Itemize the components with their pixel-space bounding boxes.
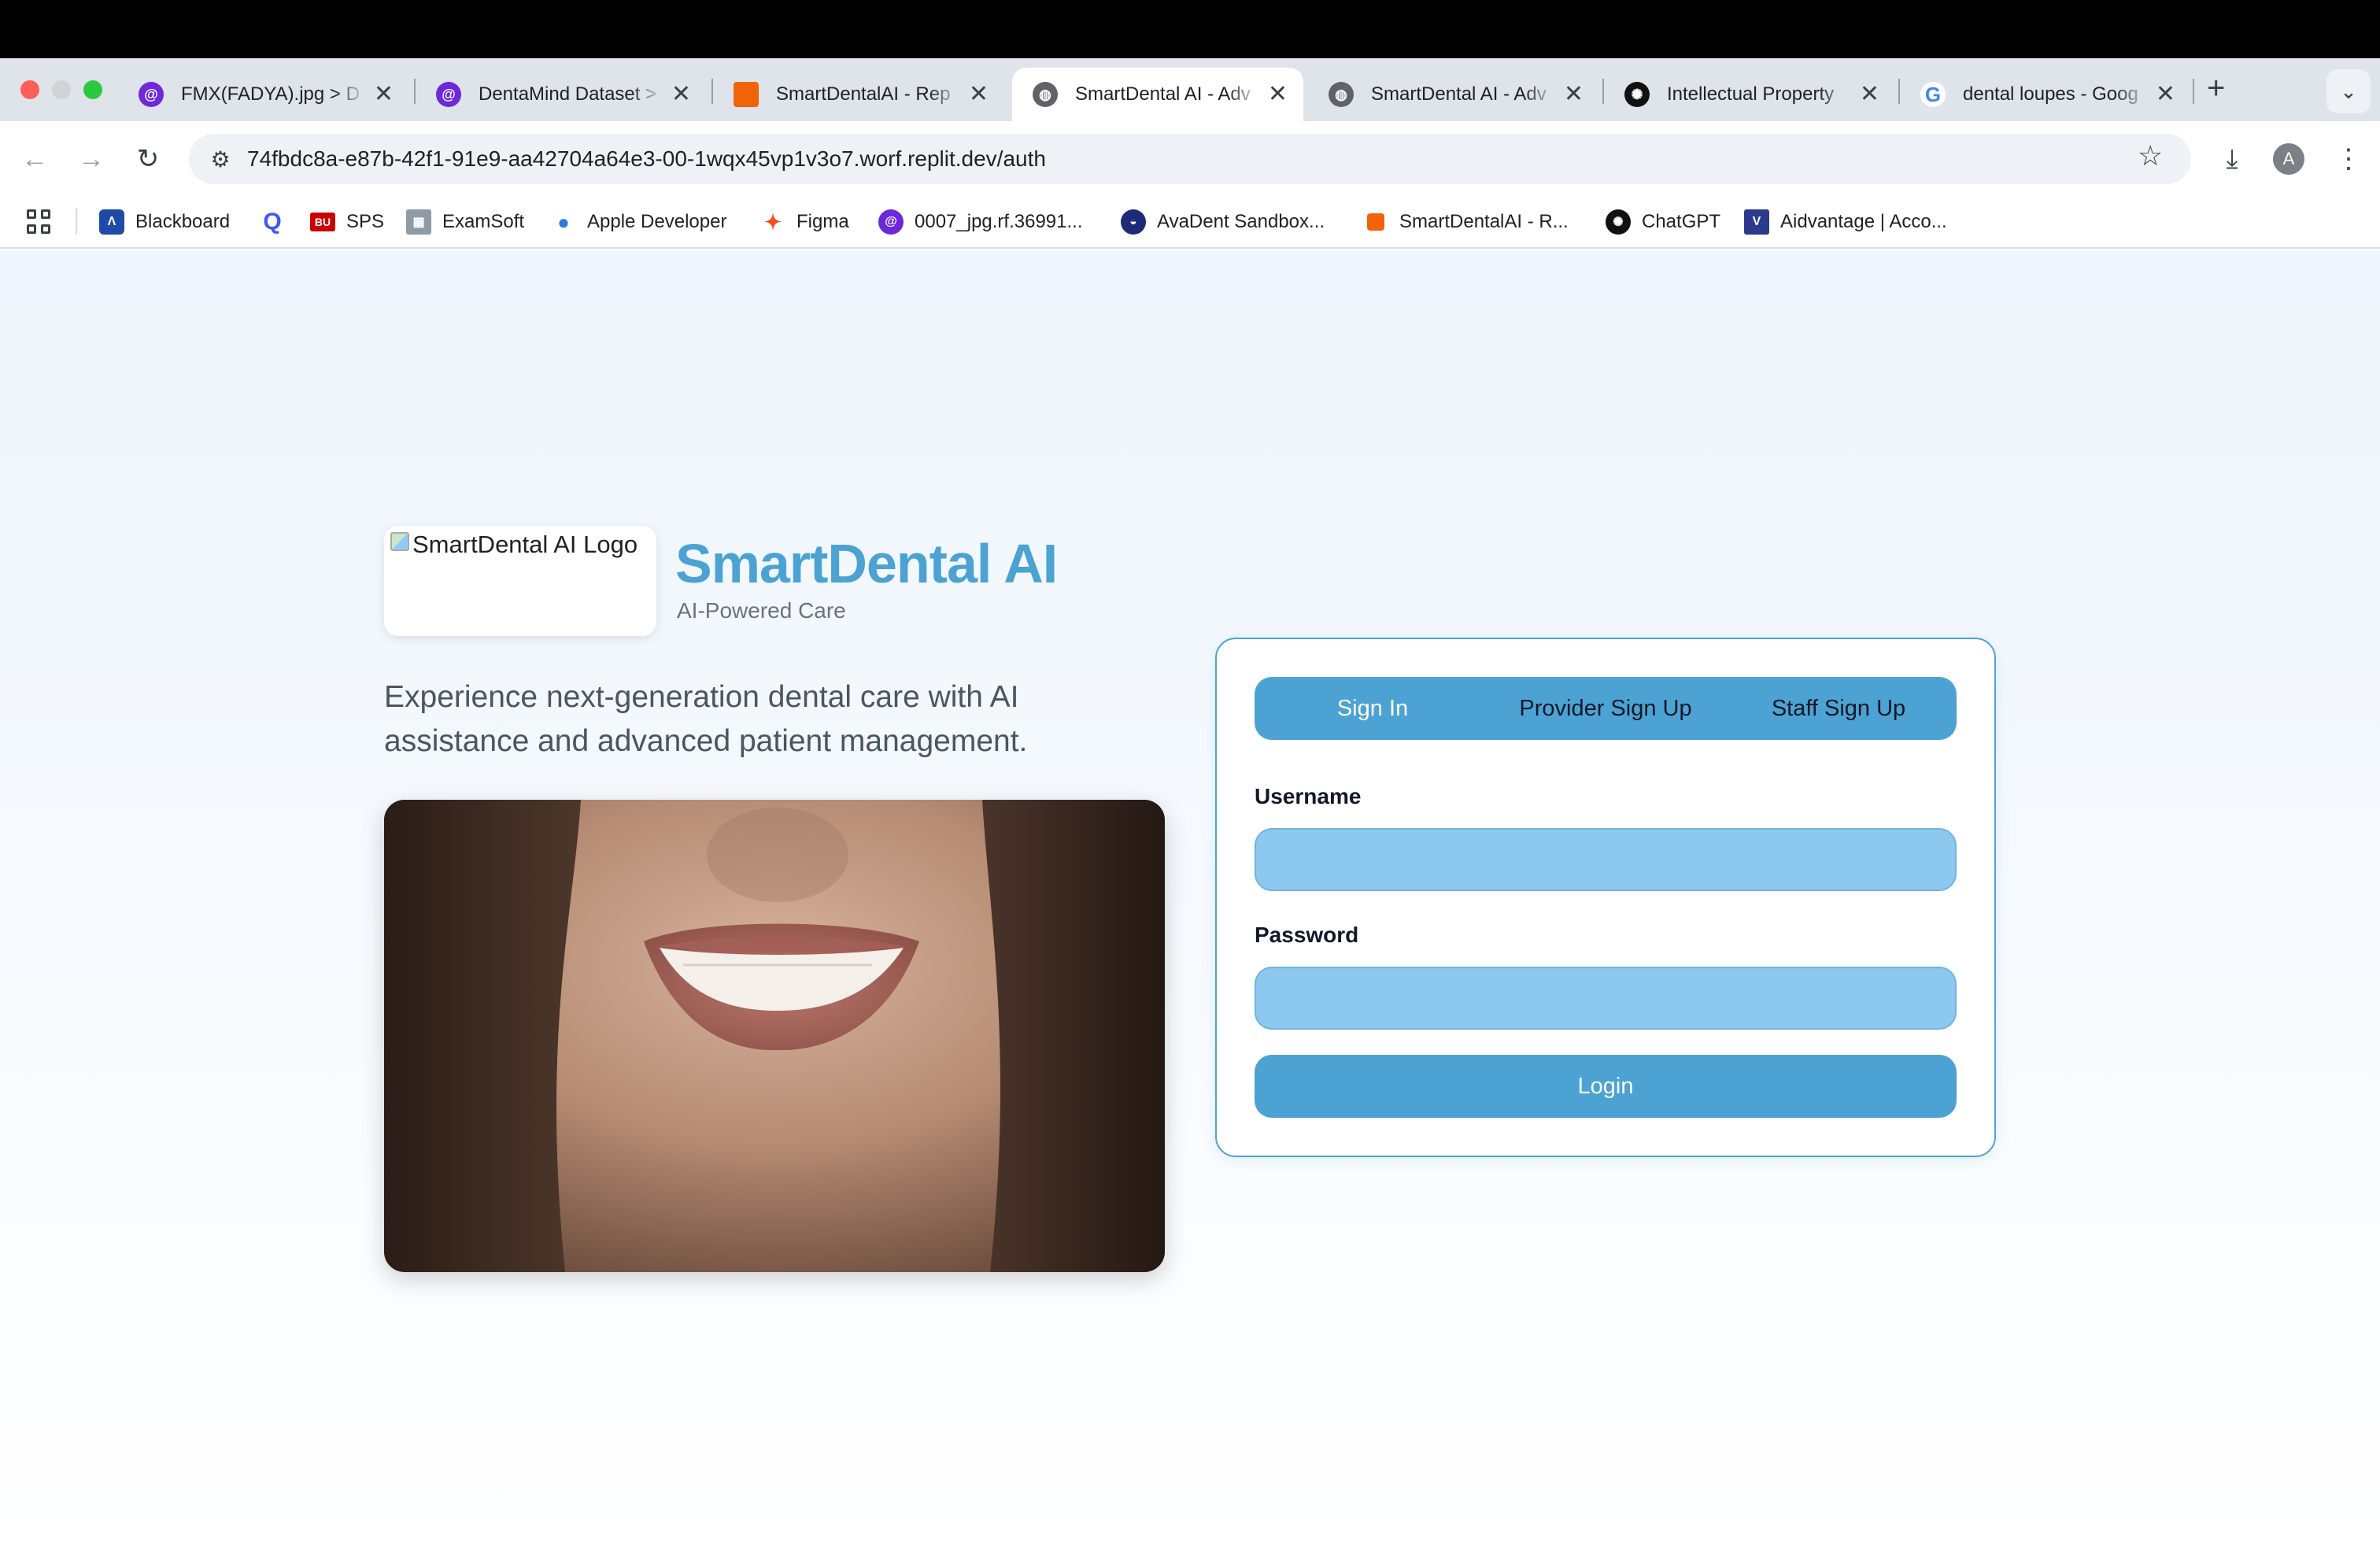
bookmark-item[interactable]: Λ Blackboard [99, 208, 230, 236]
close-tab-icon[interactable]: ✕ [2156, 83, 2175, 106]
tab-staff-sign-up[interactable]: Staff Sign Up [1720, 677, 1957, 740]
replit-icon [734, 82, 759, 107]
globe-icon: ◍ [1033, 82, 1058, 107]
forward-icon[interactable]: → [72, 140, 110, 178]
apple-icon: ● [551, 209, 576, 235]
tab-sign-in[interactable]: Sign In [1255, 677, 1491, 740]
aidvantage-icon: V [1744, 209, 1769, 235]
google-icon: G [1920, 82, 1946, 107]
download-icon[interactable]: ⤓ [2213, 140, 2251, 178]
hero-smile-image [384, 800, 1165, 1272]
brand-subtitle: AI-Powered Care [677, 598, 846, 623]
bookmark-item[interactable]: SmartDentalAI - R... [1363, 208, 1569, 236]
username-label: Username [1255, 784, 1362, 808]
password-label: Password [1255, 923, 1359, 947]
roboflow-icon: @ [436, 82, 461, 107]
page-background [0, 250, 2380, 1546]
blackboard-icon: Λ [99, 209, 124, 235]
tab-title: SmartDental AI - Adv [1371, 83, 1547, 105]
tab-title: DentaMind Dataset > [479, 83, 657, 105]
browser-tab-active[interactable]: ◍ SmartDental AI - Adv ✕ [1012, 68, 1303, 121]
bu-icon: BU [310, 213, 335, 231]
roboflow-icon: @ [878, 209, 904, 235]
openai-icon: ✺ [1624, 82, 1650, 107]
tab-title: Intellectual Property [1667, 83, 1835, 105]
brand-title: SmartDental AI [675, 533, 1058, 594]
replit-icon [1367, 213, 1384, 231]
reload-icon[interactable]: ↻ [129, 140, 167, 178]
tagline: Experience next-generation dental care w… [384, 680, 1028, 758]
tab-title: dental loupes - Goog [1963, 83, 2138, 105]
menu-bar [0, 0, 2380, 58]
bookmark-label: SmartDentalAI - R... [1399, 211, 1569, 232]
browser-tab[interactable]: SmartDentalAI - Rep ✕ [713, 68, 1004, 121]
bookmark-label: AvaDent Sandbox... [1157, 211, 1325, 232]
bookmark-item[interactable]: ✦ Figma [760, 208, 849, 236]
tab-search-icon[interactable]: ⌄ [2326, 69, 2371, 113]
tab-title: SmartDentalAI - Rep [776, 83, 951, 105]
username-field[interactable] [1255, 828, 1957, 891]
browser-tab[interactable]: ◍ SmartDental AI - Adv ✕ [1308, 68, 1599, 121]
bookmark-item[interactable]: ● Apple Developer [551, 208, 726, 236]
bookmark-item[interactable]: @ 0007_jpg.rf.36991... [878, 208, 1083, 236]
browser-tab[interactable]: ✺ Intellectual Property ✕ [1604, 68, 1895, 121]
back-icon[interactable]: ← [16, 140, 54, 178]
maximize-window-button[interactable] [83, 80, 102, 99]
bookmark-label: Blackboard [135, 211, 231, 232]
broken-image-icon [390, 532, 409, 551]
tab-provider-sign-up[interactable]: Provider Sign Up [1491, 677, 1720, 740]
logo-alt-text: SmartDental AI Logo [412, 531, 638, 558]
bookmark-star-icon[interactable]: ☆ [2138, 142, 2163, 170]
openai-icon: ✺ [1606, 209, 1631, 235]
browser-tab[interactable]: G dental loupes - Goog ✕ [1900, 68, 2191, 121]
logo-image: SmartDental AI Logo [390, 531, 638, 559]
bookmarks-separator [76, 208, 77, 235]
globe-icon: ◍ [1329, 82, 1354, 107]
login-button[interactable]: Login [1255, 1055, 1957, 1118]
bookmark-item[interactable]: V Aidvantage | Acco... [1744, 208, 1947, 236]
close-tab-icon[interactable]: ✕ [969, 83, 989, 106]
close-tab-icon[interactable]: ✕ [1860, 83, 1879, 106]
smile-photo [384, 800, 1165, 1272]
apps-grid-icon[interactable] [27, 209, 52, 235]
browser-tab[interactable]: @ DentaMind Dataset > ✕ [416, 68, 707, 121]
browser-tab[interactable]: @ FMX(FADYA).jpg > D ✕ [118, 68, 409, 121]
bookmark-label: 0007_jpg.rf.36991... [915, 211, 1083, 232]
tab-separator [2193, 79, 2194, 104]
close-tab-icon[interactable]: ✕ [374, 83, 394, 106]
tab-title: SmartDental AI - Adv [1075, 83, 1251, 105]
roboflow-icon: @ [139, 82, 164, 107]
avadent-icon: ◒ [1121, 209, 1146, 235]
bookmark-item[interactable]: ◒ AvaDent Sandbox... [1121, 208, 1325, 236]
bookmark-item[interactable]: ✺ ChatGPT [1606, 208, 1720, 236]
profile-avatar[interactable]: A [2273, 143, 2304, 175]
password-field[interactable] [1255, 967, 1957, 1030]
examsoft-icon: ▦ [406, 209, 431, 235]
figma-icon: ✦ [760, 209, 785, 235]
bookmark-label: Figma [796, 211, 849, 232]
close-tab-icon[interactable]: ✕ [671, 83, 691, 106]
bookmark-label: ChatGPT [1642, 211, 1721, 232]
bookmark-item[interactable]: ▦ ExamSoft [406, 208, 524, 236]
site-settings-icon[interactable]: ⚙ [206, 145, 235, 173]
new-tab-icon[interactable]: + [2207, 72, 2225, 104]
bookmark-label: Apple Developer [587, 211, 727, 232]
bookmark-label: SPS [346, 211, 385, 232]
close-window-button[interactable] [20, 80, 39, 99]
bookmark-label: Aidvantage | Acco... [1780, 211, 1947, 232]
minimize-window-button[interactable] [52, 80, 71, 99]
tab-title: FMX(FADYA).jpg > D [181, 83, 360, 105]
close-tab-icon[interactable]: ✕ [1564, 83, 1584, 106]
bookmark-item[interactable]: BU SPS [310, 208, 384, 236]
bookmark-item[interactable]: Q [260, 208, 285, 236]
browser-menu-icon[interactable]: ⋮ [2333, 140, 2364, 178]
bookmark-label: ExamSoft [442, 211, 525, 232]
quizlet-icon: Q [260, 209, 285, 235]
close-tab-icon[interactable]: ✕ [1268, 83, 1288, 106]
url-text[interactable]: 74fbdc8a-e87b-42f1-91e9-aa42704a64e3-00-… [247, 146, 1046, 172]
